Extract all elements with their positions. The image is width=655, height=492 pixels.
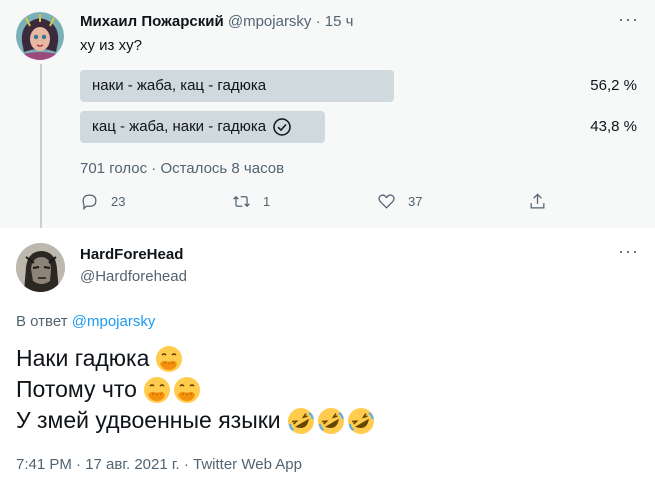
tweet-line-3: У змей удвоенные языки [16, 405, 375, 436]
rolling-on-floor-laughing-icon [347, 407, 374, 434]
rolling-on-floor-laughing-icon [317, 407, 344, 434]
tweet-line-text: Потому что [16, 376, 137, 402]
reply-count: 23 [111, 194, 126, 209]
poll-percent-2: 43,8 % [590, 118, 637, 135]
share-icon [530, 193, 545, 209]
thread-line [40, 64, 42, 228]
poll-meta: 701 голос · Осталось 8 часов [80, 160, 285, 177]
retweet-icon [233, 195, 250, 208]
poll-option-2: кац - жаба, наки - гадюка [92, 111, 292, 143]
reply-button[interactable]: 23 [80, 192, 125, 211]
tweet-line-text: У змей удвоенные языки [16, 407, 281, 433]
poll-option-label: кац - жаба, наки - гадюка [92, 118, 267, 135]
face-with-hand-over-mouth-icon [173, 376, 200, 403]
parent-tweet[interactable]: Михаил Пожарский @mpojarsky · 15 ч ··· х… [0, 0, 655, 228]
more-icon[interactable]: ··· [618, 10, 638, 34]
more-icon[interactable]: ··· [618, 242, 638, 266]
avatar[interactable] [16, 12, 64, 60]
reply-to-link[interactable]: @mpojarsky [72, 313, 156, 330]
author-name[interactable]: Михаил Пожарский [80, 13, 224, 30]
tweet-footer[interactable]: 7:41 PM · 17 авг. 2021 г. · Twitter Web … [16, 456, 302, 473]
like-count: 37 [408, 194, 423, 209]
poll-percent-1: 56,2 % [590, 77, 637, 94]
share-button[interactable] [528, 192, 547, 211]
author-handle[interactable]: @mpojarsky [228, 13, 312, 30]
tweet-line-text: Наки гадюка [16, 345, 150, 371]
reply-prefix: В ответ [16, 313, 68, 330]
tweet-text: Наки гадюка Потому что У змей удвоенные … [16, 343, 375, 436]
face-with-hand-over-mouth-icon [143, 376, 170, 403]
tweet-line-1: Наки гадюка [16, 343, 375, 374]
timestamp[interactable]: 15 ч [325, 13, 354, 30]
retweet-count: 1 [263, 194, 271, 209]
reply-context: В ответ @mpojarsky [16, 313, 155, 330]
author-handle[interactable]: @Hardforehead [80, 268, 187, 285]
tweet-header: Михаил Пожарский @mpojarsky · 15 ч [80, 13, 353, 30]
tweet-line-2: Потому что [16, 374, 375, 405]
poll-option-1: наки - жаба, кац - гадюка [92, 70, 266, 102]
check-circle-icon [273, 118, 291, 136]
poll-option-label: наки - жаба, кац - гадюка [92, 77, 267, 94]
retweet-button[interactable]: 1 [232, 192, 270, 211]
avatar[interactable] [16, 243, 65, 292]
rolling-on-floor-laughing-icon [287, 407, 314, 434]
face-with-hand-over-mouth-icon [156, 345, 183, 372]
separator: · [315, 13, 321, 30]
like-button[interactable]: 37 [377, 192, 422, 211]
tweet-text: ху из ху? [80, 37, 142, 54]
reply-icon [82, 194, 97, 211]
author-name[interactable]: HardForeHead [80, 246, 183, 263]
heart-icon [378, 194, 395, 209]
